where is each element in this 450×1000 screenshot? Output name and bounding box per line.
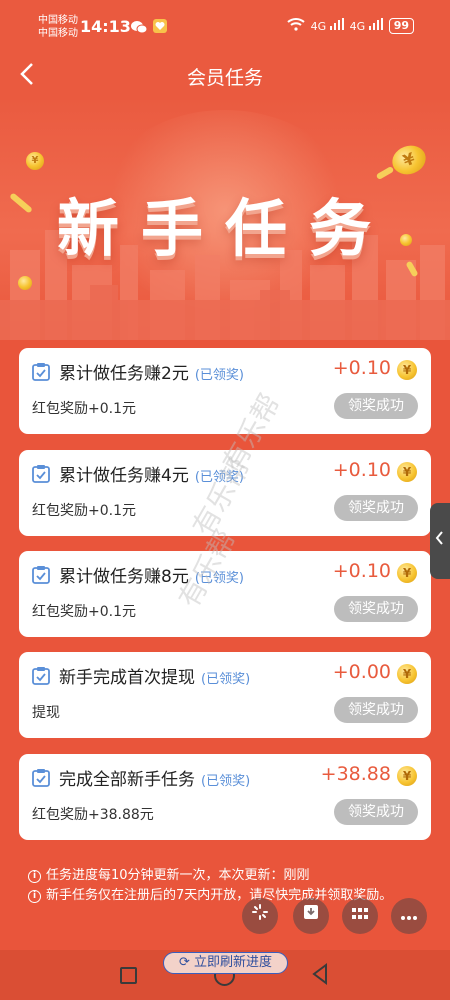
task-description: 红包奖励+0.1元 xyxy=(32,604,136,620)
coin-icon xyxy=(18,276,32,290)
recent-apps-button[interactable] xyxy=(120,967,137,984)
reward-amount: +0.10 xyxy=(332,560,391,582)
claimed-tag: (已领奖) xyxy=(201,774,251,789)
task-title: 完成全部新手任务 (已领奖) xyxy=(59,765,250,790)
loading-icon[interactable] xyxy=(242,898,278,934)
chevron-left-icon xyxy=(435,531,443,545)
system-icons: 4G 4G 99 xyxy=(286,17,414,34)
note-line: i 任务进度每10分钟更新一次，本次更新：刚刚 xyxy=(28,866,428,886)
refresh-progress-button[interactable]: ⟳ 立即刷新进度 xyxy=(163,952,288,974)
yen-coin-icon: ¥ xyxy=(397,664,417,684)
task-card: 累计做任务赚8元 (已领奖) +0.10 ¥ 红包奖励+0.1元 领奖成功 xyxy=(19,551,431,637)
task-description: 提现 xyxy=(32,705,60,721)
task-title: 累计做任务赚8元 (已领奖) xyxy=(59,562,244,587)
task-title-text: 新手完成首次提现 xyxy=(59,668,195,688)
reward-status-button[interactable]: 领奖成功 xyxy=(334,495,418,521)
info-icon: i xyxy=(28,890,41,903)
reward-amount: +0.10 xyxy=(332,459,391,481)
reward-status-button[interactable]: 领奖成功 xyxy=(334,596,418,622)
task-checklist-icon xyxy=(32,363,50,381)
task-title: 累计做任务赚4元 (已领奖) xyxy=(59,461,244,486)
info-icon: i xyxy=(28,870,41,883)
triangle-back-icon xyxy=(312,963,327,985)
refresh-icon: ⟳ xyxy=(178,955,190,970)
refresh-label: 立即刷新进度 xyxy=(194,955,273,970)
task-description: 红包奖励+0.1元 xyxy=(32,401,136,417)
wifi-icon xyxy=(286,17,305,34)
task-title-text: 累计做任务赚2元 xyxy=(59,364,189,384)
network-type-2: 4G xyxy=(349,20,366,33)
note-text: 新手任务仅在注册后的7天内开放，请尽快完成并领取奖励。 xyxy=(46,888,393,903)
yen-coin-icon: ¥ xyxy=(397,563,417,583)
task-description: 红包奖励+0.1元 xyxy=(32,503,136,519)
coin-icon: ¥ xyxy=(388,141,430,179)
claimed-tag: (已领奖) xyxy=(194,470,244,485)
carrier-2: 中国移动 xyxy=(38,28,78,39)
task-title-text: 完成全部新手任务 xyxy=(59,770,195,790)
top-navigation-bar: 会员任务 xyxy=(0,50,450,100)
status-bar: 中国移动 中国移动 14:13 4G 4G 99 xyxy=(0,0,450,50)
system-back-button[interactable] xyxy=(310,962,330,990)
claimed-tag: (已领奖) xyxy=(201,672,251,687)
note-text: 任务进度每10分钟更新一次，本次更新：刚刚 xyxy=(46,868,310,883)
signal-icon-2: 4G xyxy=(350,18,383,33)
task-title: 累计做任务赚2元 (已领奖) xyxy=(59,359,244,384)
task-description: 红包奖励+38.88元 xyxy=(32,807,154,823)
yen-coin-icon: ¥ xyxy=(397,766,417,786)
task-card: 累计做任务赚4元 (已领奖) +0.10 ¥ 红包奖励+0.1元 领奖成功 xyxy=(19,450,431,536)
battery-icon: 99 xyxy=(388,17,414,34)
coin-icon: ¥ xyxy=(26,152,44,170)
heart-app-icon xyxy=(152,19,168,38)
task-card: 完成全部新手任务 (已领奖) +38.88 ¥ 红包奖励+38.88元 领奖成功 xyxy=(19,754,431,840)
more-icon[interactable] xyxy=(391,898,427,934)
task-card: 累计做任务赚2元 (已领奖) +0.10 ¥ 红包奖励+0.1元 领奖成功 xyxy=(19,348,431,434)
reward-status-button[interactable]: 领奖成功 xyxy=(334,393,418,419)
clock: 14:13 xyxy=(80,17,131,36)
reward-amount: +0.10 xyxy=(332,357,391,379)
coin-icon xyxy=(400,234,412,246)
task-checklist-icon xyxy=(32,465,50,483)
reward-amount: +38.88 xyxy=(320,763,391,785)
reward-amount: +0.00 xyxy=(332,661,391,683)
signal-icon-1: 4G xyxy=(311,18,344,33)
notification-icons xyxy=(130,18,168,38)
task-card: 新手完成首次提现 (已领奖) +0.00 ¥ 提现 领奖成功 xyxy=(19,652,431,738)
page-title: 会员任务 xyxy=(186,67,263,89)
carrier-1: 中国移动 xyxy=(38,15,78,26)
claimed-tag: (已领奖) xyxy=(194,368,244,383)
task-title-text: 累计做任务赚4元 xyxy=(59,466,189,486)
yen-coin-icon: ¥ xyxy=(397,360,417,380)
reward-status-button[interactable]: 领奖成功 xyxy=(334,697,418,723)
network-type-1: 4G xyxy=(310,20,327,33)
wechat-icon xyxy=(130,21,152,38)
task-checklist-icon xyxy=(32,667,50,685)
task-title: 新手完成首次提现 (已领奖) xyxy=(59,663,250,688)
download-icon[interactable] xyxy=(293,898,329,934)
side-drawer-handle[interactable] xyxy=(430,503,450,579)
task-title-text: 累计做任务赚8元 xyxy=(59,567,189,587)
task-checklist-icon xyxy=(32,566,50,584)
banner-title: 新手任务 xyxy=(56,192,393,265)
reward-status-button[interactable]: 领奖成功 xyxy=(334,799,418,825)
carrier-labels: 中国移动 中国移动 xyxy=(38,14,78,40)
yen-coin-icon: ¥ xyxy=(397,462,417,482)
hero-banner: 新手任务 ¥ ¥ xyxy=(0,100,450,340)
grid-icon[interactable] xyxy=(342,898,378,934)
claimed-tag: (已领奖) xyxy=(194,571,244,586)
task-checklist-icon xyxy=(32,769,50,787)
